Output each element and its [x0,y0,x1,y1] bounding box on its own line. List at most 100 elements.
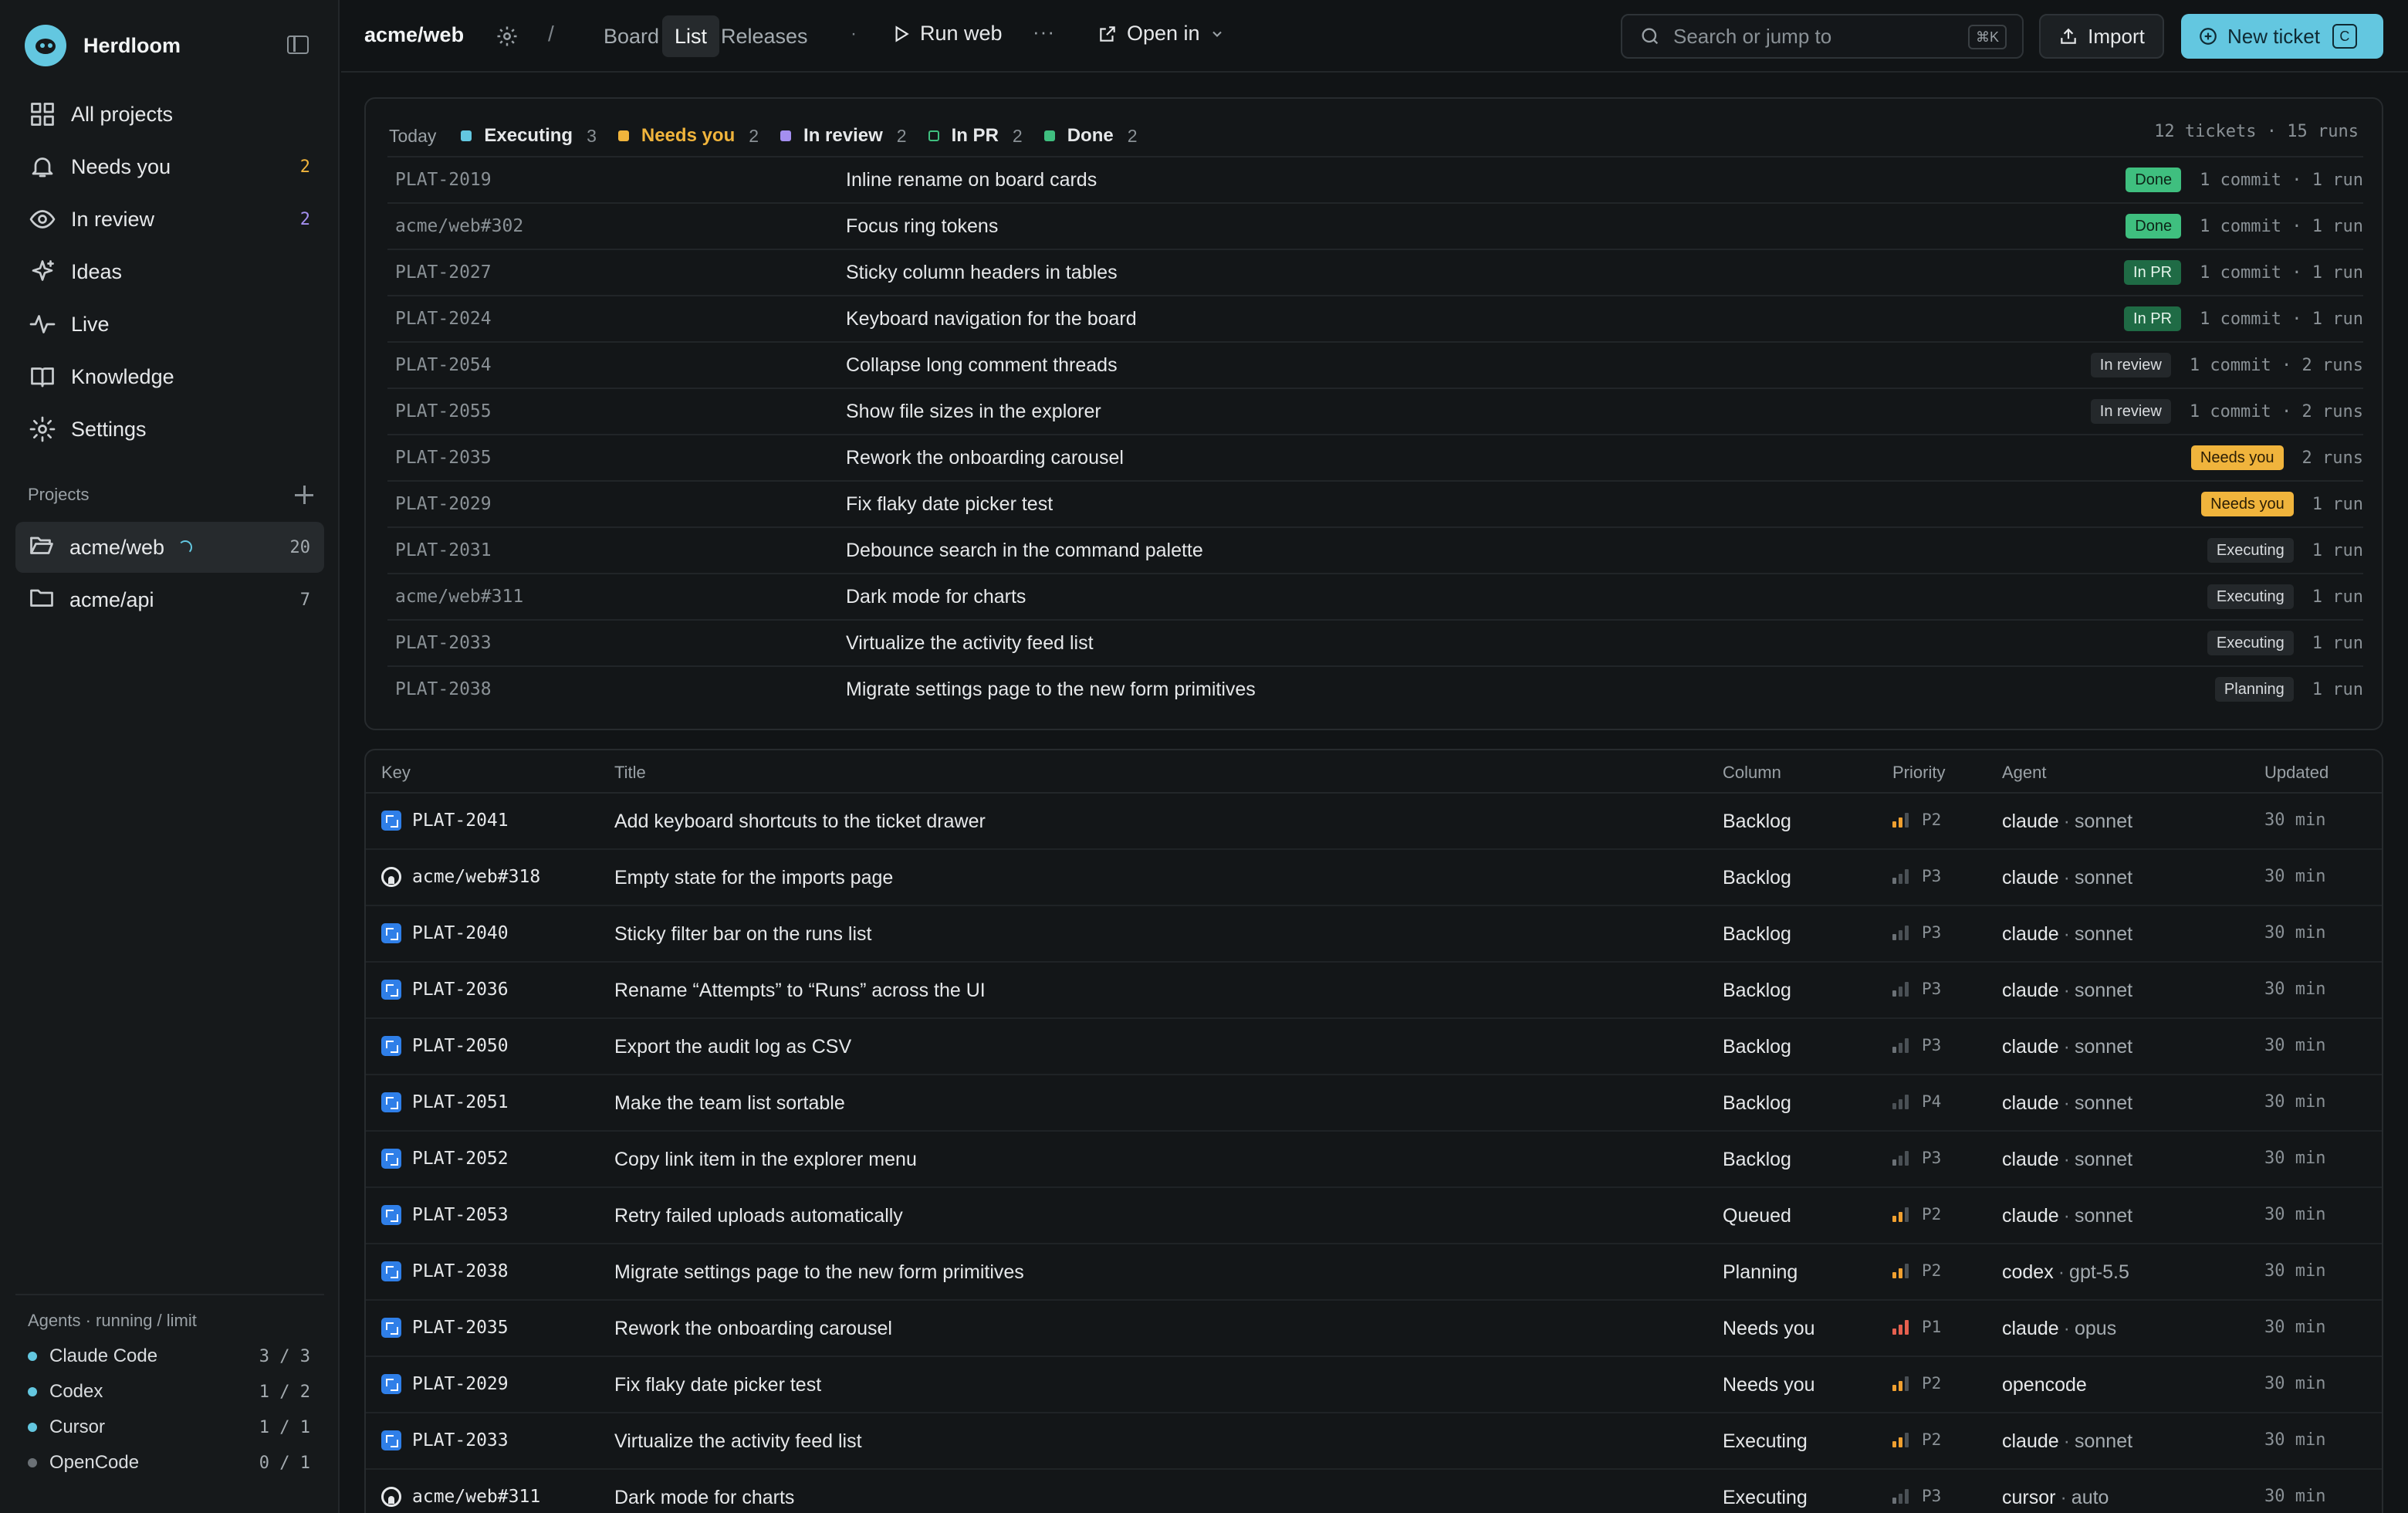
sidebar-item-all-projects[interactable]: All projects [15,88,324,140]
ticket-key: PLAT-2055 [395,401,492,421]
legend-count: 2 [1012,125,1023,146]
import-button[interactable]: Import [2039,14,2164,59]
open-in-button[interactable]: Open in [1097,22,1225,46]
legend-in-review[interactable]: In review 2 [780,125,907,147]
status-badge: Needs you [2190,445,2284,470]
today-row[interactable]: PLAT-2035 Rework the onboarding carousel N… [387,434,2363,480]
today-row[interactable]: PLAT-2029 Fix flaky date picker test Needs… [387,480,2363,526]
legend-done[interactable]: Done 2 [1043,125,1138,147]
brand[interactable]: Herdloom [25,23,181,68]
new-ticket-button[interactable]: New ticket C [2181,14,2383,59]
breadcrumb-project[interactable]: acme/web [364,23,464,47]
legend-needs-you[interactable]: Needs you 2 [617,125,759,147]
today-row[interactable]: PLAT-2033 Virtualize the activity feed li… [387,619,2363,665]
column-header-updated[interactable]: Updated [2264,763,2329,783]
run-stats: 1 commit · 1 run [2200,170,2363,190]
ticket-updated: 30 min [2264,1318,2326,1337]
legend-label: In PR [951,125,999,146]
sidebar-item-in-review[interactable]: In review 2 [15,193,324,245]
ticket-priority: P2 [1892,811,1941,829]
sidebar-item-knowledge[interactable]: Knowledge [15,350,324,403]
ticket-priority: P2 [1892,1374,1941,1393]
today-row[interactable]: PLAT-2019 Inline rename on board cards Don… [387,156,2363,202]
column-header-agent[interactable]: Agent [2002,763,2047,783]
ticket-title: Export the audit log as CSV [614,1036,852,1058]
table-row[interactable]: PLAT-2035 Rework the onboarding carousel N… [366,1301,2382,1357]
run-web-label: Run web [920,22,1003,45]
project-settings-icon[interactable] [495,25,519,53]
tab-releases[interactable]: Releases [709,15,820,57]
table-row[interactable]: PLAT-2050 Export the audit log as CSV Back… [366,1019,2382,1075]
priority-label: P2 [1922,1261,1942,1280]
project-item-acme-web[interactable]: acme/web 20 [15,522,324,573]
project-name: acme/api [69,587,154,611]
today-row[interactable]: PLAT-2038 Migrate settings page to the ne… [387,665,2363,712]
ticket-key: acme/web#302 [395,216,524,236]
column-header-column[interactable]: Column [1723,763,1781,783]
add-project-icon[interactable] [295,486,313,504]
table-row[interactable]: PLAT-2053 Retry failed uploads automatica… [366,1188,2382,1244]
jira-icon [381,1430,401,1450]
priority-bars-icon [1892,1037,1911,1053]
sidebar-item-label: Live [71,312,110,336]
today-row[interactable]: acme/web#311 Dark mode for charts Executin… [387,573,2363,619]
project-count: 7 [299,590,310,610]
legend-in-pr[interactable]: In PR 2 [928,125,1023,147]
today-row[interactable]: PLAT-2027 Sticky column headers in tables… [387,249,2363,295]
priority-bars-icon [1892,1207,1911,1222]
today-row[interactable]: PLAT-2055 Show file sizes in the explorer… [387,388,2363,434]
sidebar-item-live[interactable]: Live [15,298,324,350]
column-header-priority[interactable]: Priority [1892,763,1945,783]
sidebar-toggle-icon[interactable] [287,36,309,54]
column-header-title[interactable]: Title [614,763,646,783]
priority-bars-icon [1892,1432,1911,1447]
status-badge: Done [2126,168,2182,192]
table-row[interactable]: PLAT-2041 Add keyboard shortcuts to the t… [366,794,2382,850]
sidebar: Herdloom All projects Needs you 2 In review… [0,0,340,1513]
ticket-key: PLAT-2033 [395,633,492,653]
search-input[interactable]: Search or jump to ⌘K [1621,14,2024,59]
more-icon[interactable]: ··· [1033,20,1055,44]
ticket-title: Dark mode for charts [846,585,1026,608]
run-stats: 2 runs [2301,448,2363,468]
agent-separator: · [2063,1205,2070,1227]
table-row[interactable]: PLAT-2036 Rename “Attempts” to “Runs” acr… [366,963,2382,1019]
today-row[interactable]: PLAT-2031 Debounce search in the command … [387,526,2363,573]
agent-name: claude [2002,923,2059,945]
table-row[interactable]: PLAT-2040 Sticky filter bar on the runs l… [366,906,2382,963]
table-row[interactable]: acme/web#318 Empty state for the imports … [366,850,2382,906]
ticket-priority: P3 [1892,1149,1941,1167]
table-row[interactable]: PLAT-2052 Copy link item in the explorer … [366,1132,2382,1188]
status-badge: Needs you [2201,492,2294,516]
sidebar-item-settings[interactable]: Settings [15,403,324,455]
jira-icon [381,923,401,943]
table-row[interactable]: PLAT-2029 Fix flaky date picker test Needs… [366,1357,2382,1413]
today-row[interactable]: acme/web#302 Focus ring tokens Done 1 commi… [387,202,2363,249]
legend-executing[interactable]: Executing 3 [461,125,597,147]
ticket-title: Virtualize the activity feed list [614,1430,862,1452]
ticket-column: Backlog [1723,1036,1791,1058]
today-row[interactable]: PLAT-2054 Collapse long comment threads In… [387,341,2363,388]
ticket-key: PLAT-2036 [412,980,509,1000]
ticket-key: PLAT-2051 [412,1092,509,1112]
today-row[interactable]: PLAT-2024 Keyboard navigation for the boa… [387,295,2363,341]
sidebar-item-needs-you[interactable]: Needs you 2 [15,140,324,193]
agent-model: sonnet [2075,1036,2133,1058]
sidebar-item-ideas[interactable]: Ideas [15,245,324,298]
column-header-key[interactable]: Key [381,763,411,783]
project-item-acme-api[interactable]: acme/api 7 [15,574,324,625]
book-icon [28,362,57,391]
tab-board[interactable]: Board [591,15,671,57]
run-web-button[interactable]: Run web [891,22,1003,46]
table-row[interactable]: PLAT-2038 Migrate settings page to the ne… [366,1244,2382,1301]
table-row[interactable]: PLAT-2033 Virtualize the activity feed li… [366,1413,2382,1470]
table-row[interactable]: acme/web#311 Dark mode for charts Executin… [366,1470,2382,1513]
ticket-column: Executing [1723,1430,1808,1452]
agent-model: sonnet [2075,923,2133,945]
today-row-meta: In PR 1 commit · 1 run [2124,260,2363,285]
priority-label: P3 [1922,1487,1942,1505]
app-name: Herdloom [83,33,181,57]
project-count: 20 [289,537,311,557]
ticket-column: Backlog [1723,811,1791,832]
table-row[interactable]: PLAT-2051 Make the team list sortable Back… [366,1075,2382,1132]
